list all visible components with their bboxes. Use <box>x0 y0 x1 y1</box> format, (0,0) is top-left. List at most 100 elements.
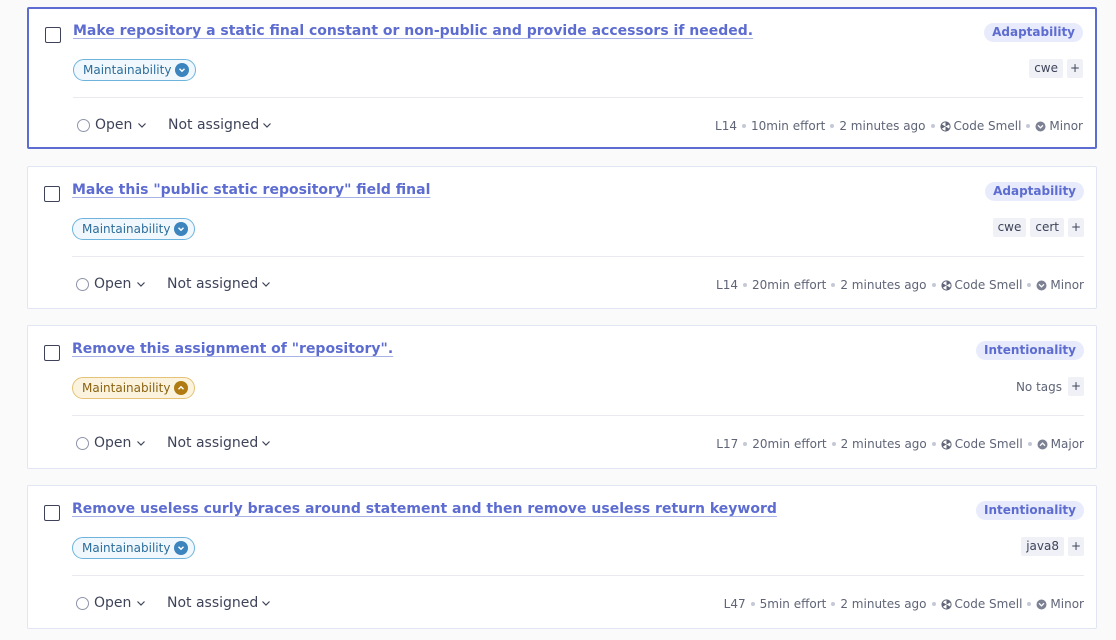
issue-meta: L14 20min effort 2 minutes ago Code Smel… <box>716 278 1084 292</box>
software-quality-label: Maintainability <box>82 541 171 555</box>
medium-impact-icon <box>174 381 189 395</box>
severity-label: Minor <box>1050 278 1084 292</box>
add-tag-button[interactable]: + <box>1068 377 1084 396</box>
issue-type-label: Code Smell <box>954 597 1023 611</box>
low-impact-icon <box>175 63 190 77</box>
clean-code-attribute-badge[interactable]: Adaptability <box>985 182 1084 201</box>
software-quality-pill[interactable]: Maintainability <box>72 537 196 559</box>
chevron-down-icon <box>136 598 146 608</box>
assignee-label: Not assigned <box>167 276 259 292</box>
status-dropdown[interactable]: Open <box>76 435 146 451</box>
add-tag-button[interactable]: + <box>1067 59 1083 78</box>
meta-separator <box>931 602 936 606</box>
code-smell-icon <box>941 438 952 450</box>
issue-checkbox[interactable] <box>44 505 60 521</box>
issue-type-label: Code Smell <box>954 437 1023 451</box>
status-dropdown[interactable]: Open <box>76 595 146 611</box>
line-number: L17 <box>716 437 739 451</box>
effort-label: 20min effort <box>752 278 827 292</box>
meta-separator <box>743 283 748 287</box>
status-open-icon <box>76 436 89 450</box>
software-quality-pill[interactable]: Maintainability <box>73 59 197 81</box>
status-label: Open <box>95 117 133 133</box>
issue-checkbox[interactable] <box>44 186 60 202</box>
effort-label: 20min effort <box>752 437 827 451</box>
software-quality-pill[interactable]: Maintainability <box>72 377 196 399</box>
code-smell-icon <box>940 279 952 291</box>
card-divider <box>72 575 1084 576</box>
minor-severity-icon <box>1035 121 1046 132</box>
chevron-down-icon <box>261 598 271 608</box>
meta-separator <box>931 283 936 287</box>
status-label: Open <box>94 276 132 292</box>
add-tag-button[interactable]: + <box>1068 537 1084 556</box>
issue-title-link[interactable]: Make this "public static repository" fie… <box>72 182 430 198</box>
assignee-label: Not assigned <box>167 435 259 451</box>
issue-checkbox[interactable] <box>44 345 60 361</box>
effort-label: 5min effort <box>759 597 827 611</box>
low-impact-icon <box>174 222 189 236</box>
meta-separator <box>1026 124 1031 128</box>
status-label: Open <box>94 435 132 451</box>
status-label: Open <box>94 595 132 611</box>
status-open-icon <box>76 277 89 291</box>
assignee-dropdown[interactable]: Not assigned <box>168 117 272 133</box>
meta-separator <box>831 442 836 446</box>
card-divider <box>72 256 1084 257</box>
tag-chip[interactable]: cert <box>1030 218 1064 237</box>
issue-title-link[interactable]: Remove this assignment of "repository". <box>72 341 393 357</box>
line-number: L47 <box>723 597 746 611</box>
assignee-dropdown[interactable]: Not assigned <box>167 595 271 611</box>
issue-checkbox[interactable] <box>45 27 61 43</box>
status-open-icon <box>77 118 90 132</box>
chevron-down-icon <box>261 438 271 448</box>
tags-list: cwe + <box>1029 59 1083 78</box>
tags-list: cwe cert + <box>992 218 1084 237</box>
issue-type-label: Code Smell <box>953 119 1022 133</box>
meta-separator <box>750 602 755 606</box>
age-label: 2 minutes ago <box>840 278 927 292</box>
tags-list: No tags + <box>1016 377 1084 396</box>
issue-title-link[interactable]: Make repository a static final constant … <box>73 23 753 39</box>
chevron-down-icon <box>136 438 146 448</box>
issue-card[interactable]: Remove this assignment of "repository". … <box>27 325 1097 469</box>
age-label: 2 minutes ago <box>840 597 927 611</box>
severity-label: Minor <box>1049 119 1083 133</box>
meta-separator <box>1027 283 1032 287</box>
chevron-down-icon <box>261 279 271 289</box>
meta-separator <box>831 283 836 287</box>
issue-meta: L14 10min effort 2 minutes ago Code Smel… <box>715 119 1083 133</box>
line-number: L14 <box>715 119 738 133</box>
meta-separator <box>1027 602 1032 606</box>
tag-chip[interactable]: cwe <box>992 218 1027 237</box>
assignee-dropdown[interactable]: Not assigned <box>167 276 271 292</box>
meta-separator <box>742 124 747 128</box>
chevron-down-icon <box>262 120 272 130</box>
status-dropdown[interactable]: Open <box>77 117 147 133</box>
clean-code-attribute-badge[interactable]: Intentionality <box>976 501 1084 520</box>
minor-severity-icon <box>1036 280 1047 291</box>
tag-chip[interactable]: java8 <box>1021 537 1064 556</box>
minor-severity-icon <box>1036 599 1047 610</box>
status-open-icon <box>76 596 89 610</box>
issue-card[interactable]: Remove useless curly braces around state… <box>27 485 1097 629</box>
code-smell-icon <box>939 120 951 132</box>
issue-title-link[interactable]: Remove useless curly braces around state… <box>72 501 777 517</box>
software-quality-label: Maintainability <box>82 381 171 395</box>
clean-code-attribute-badge[interactable]: Intentionality <box>976 341 1084 360</box>
low-impact-icon <box>174 541 189 555</box>
issue-card[interactable]: Make this "public static repository" fie… <box>27 166 1097 309</box>
meta-separator <box>930 124 935 128</box>
age-label: 2 minutes ago <box>840 437 927 451</box>
software-quality-pill[interactable]: Maintainability <box>72 218 196 240</box>
status-dropdown[interactable]: Open <box>76 276 146 292</box>
add-tag-button[interactable]: + <box>1068 218 1084 237</box>
card-divider <box>72 415 1084 416</box>
no-tags-label: No tags <box>1015 379 1062 394</box>
tag-chip[interactable]: cwe <box>1029 59 1063 78</box>
issue-card[interactable]: Make repository a static final constant … <box>27 7 1097 149</box>
clean-code-attribute-badge[interactable]: Adaptability <box>984 23 1083 42</box>
assignee-dropdown[interactable]: Not assigned <box>167 435 271 451</box>
chevron-down-icon <box>137 120 147 130</box>
line-number: L14 <box>716 278 739 292</box>
